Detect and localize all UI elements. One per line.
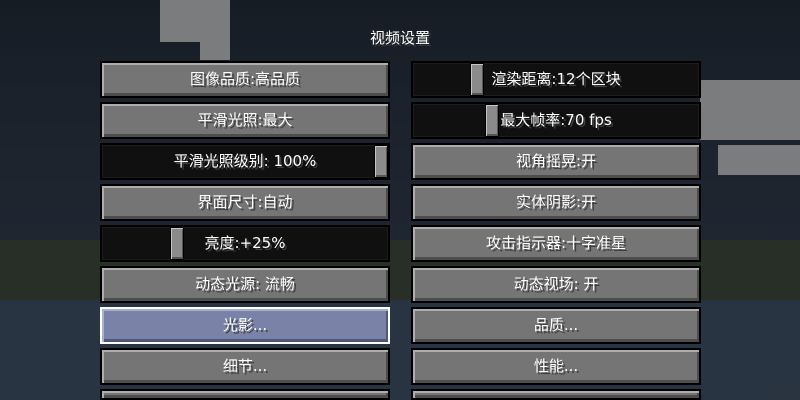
graphics-quality-button[interactable]: 图像品质:高品质 [100, 61, 390, 98]
performance-label: 性能... [533, 357, 579, 375]
dynamic-lights-button[interactable]: 动态光源: 流畅 [100, 266, 390, 303]
brightness-label: 亮度:+25% [204, 234, 286, 252]
slider-handle[interactable] [374, 145, 388, 178]
smooth-lighting-label: 平滑光照:最大 [197, 111, 293, 129]
dynamic-lights-label: 动态光源: 流畅 [195, 275, 295, 293]
entity-shadows-button[interactable]: 实体阴影:开 [411, 184, 701, 221]
slider-handle[interactable] [470, 63, 484, 96]
smooth-lighting-button[interactable]: 平滑光照:最大 [100, 102, 390, 139]
brightness-slider[interactable]: 亮度:+25% [100, 225, 390, 262]
attack-indicator-label: 攻击指示器:十字准星 [485, 234, 627, 252]
view-bobbing-label: 视角摇晃:开 [515, 152, 597, 170]
page-title: 视频设置 [369, 29, 430, 47]
details-label: 细节... [222, 357, 268, 375]
gui-scale-label: 界面尺寸:自动 [197, 193, 293, 211]
render-distance-slider[interactable]: 渲染距离:12个区块 [411, 61, 701, 98]
smooth-lighting-level-slider[interactable]: 平滑光照级别: 100% [100, 143, 390, 180]
quality-label: 品质... [533, 316, 579, 334]
dynamic-fov-button[interactable]: 动态视场: 开 [411, 266, 701, 303]
right-bottom-button[interactable] [411, 389, 701, 400]
details-button[interactable]: 细节... [100, 348, 390, 385]
attack-indicator-button[interactable]: 攻击指示器:十字准星 [411, 225, 701, 262]
entity-shadows-label: 实体阴影:开 [515, 193, 597, 211]
max-framerate-slider[interactable]: 最大帧率:70 fps [411, 102, 701, 139]
view-bobbing-button[interactable]: 视角摇晃:开 [411, 143, 701, 180]
left-bottom-button[interactable] [100, 389, 390, 400]
gui-scale-button[interactable]: 界面尺寸:自动 [100, 184, 390, 221]
quality-button[interactable]: 品质... [411, 307, 701, 344]
performance-button[interactable]: 性能... [411, 348, 701, 385]
shaders-button[interactable]: 光影... [100, 307, 390, 344]
graphics-quality-label: 图像品质:高品质 [189, 70, 301, 88]
smooth-lighting-level-label: 平滑光照级别: 100% [173, 152, 317, 170]
slider-handle[interactable] [485, 104, 499, 137]
max-framerate-label: 最大帧率:70 fps [500, 111, 612, 129]
shaders-label: 光影... [222, 316, 268, 334]
dynamic-fov-label: 动态视场: 开 [513, 275, 599, 293]
render-distance-label: 渲染距离:12个区块 [491, 70, 621, 88]
slider-handle[interactable] [170, 227, 184, 260]
